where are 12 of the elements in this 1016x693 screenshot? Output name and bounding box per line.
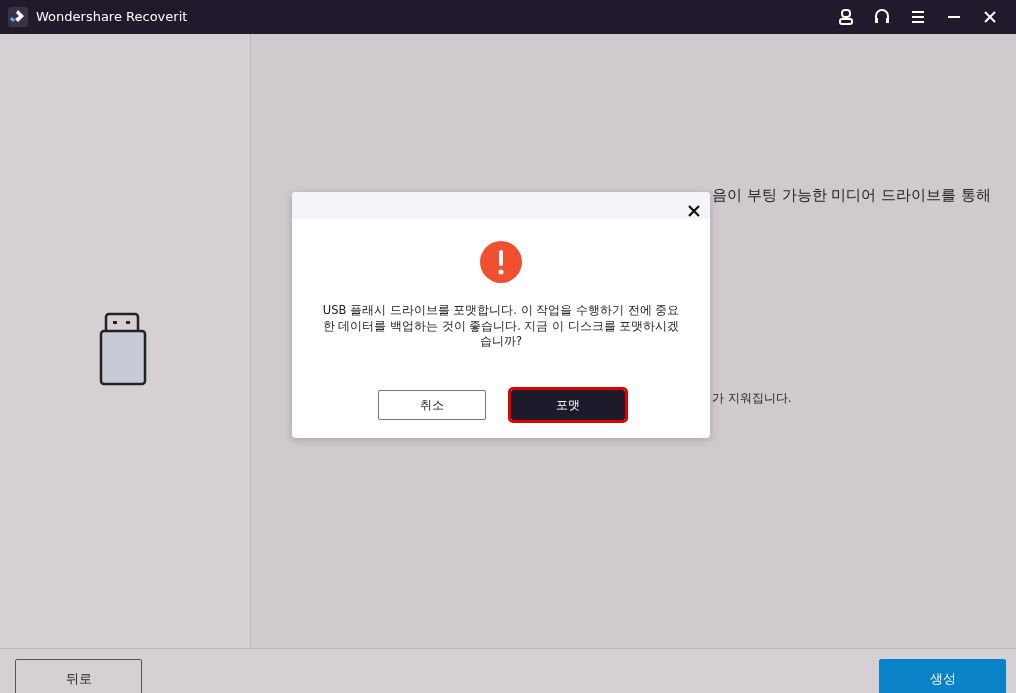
back-button[interactable]: 뒤로: [15, 659, 142, 693]
warning-icon: [480, 241, 522, 283]
instruction-text: 음이 부팅 가능한 미디어 드라이브를 통해: [712, 185, 991, 206]
create-button[interactable]: 생성: [879, 659, 1006, 693]
dialog-message: USB 플래시 드라이브를 포맷합니다. 이 작업을 수행하기 전에 중요한 데이터를 백업하는 것이 좋습니다. 지금 이 디스크를 포맷하시겠습니까?: [321, 303, 681, 350]
cancel-button[interactable]: 취소: [377, 389, 486, 420]
instruction-text: 가 지워집니다.: [712, 390, 792, 407]
app-logo-icon: [8, 7, 28, 27]
format-button[interactable]: 포맷: [510, 389, 625, 420]
usb-drive-icon: [97, 312, 148, 386]
user-icon[interactable]: [836, 7, 856, 27]
window-title: Wondershare Recoverit: [36, 8, 188, 27]
